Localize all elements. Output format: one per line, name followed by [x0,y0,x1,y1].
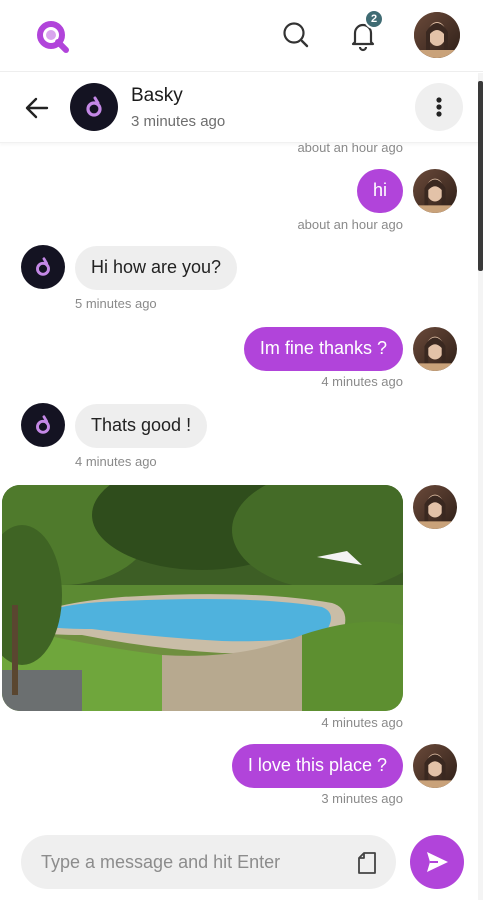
my-avatar [413,327,457,371]
outgoing-message[interactable]: Im fine thanks ? [243,327,403,371]
contact-avatar-small [21,403,65,447]
contact-last-seen: 3 minutes ago [131,113,226,130]
contact-avatar-small [21,245,65,289]
contact-logo-icon [86,96,102,117]
send-icon [427,852,448,872]
message-input[interactable] [21,835,396,889]
my-avatar [413,169,457,213]
top-bar: 2 [0,0,483,72]
my-avatar [413,744,457,788]
pool-photo-message[interactable] [2,485,403,711]
more-options-button[interactable] [415,83,463,131]
message-timestamp: 4 minutes ago [321,374,403,389]
send-button[interactable] [410,835,464,889]
search-icon[interactable] [281,20,311,50]
message-timestamp: 5 minutes ago [75,296,157,311]
message-composer [0,818,478,900]
file-icon[interactable] [355,851,379,875]
outgoing-message[interactable]: hi [356,169,403,213]
user-avatar[interactable] [414,12,460,58]
message-timestamp: 4 minutes ago [75,454,157,469]
message-timestamp: 3 minutes ago [321,791,403,806]
incoming-message[interactable]: Thats good ! [75,404,208,448]
message-list[interactable]: about an hour ago hi about an hour ago H… [0,143,478,818]
my-avatar [413,485,457,529]
chat-header: Basky 3 minutes ago [0,73,478,143]
arrow-left-icon[interactable] [20,91,54,125]
outgoing-message[interactable]: I love this place ? [231,744,403,788]
contact-name: Basky [131,85,183,106]
message-timestamp: about an hour ago [297,143,403,155]
incoming-message[interactable]: Hi how are you? [75,246,238,290]
notification-badge: 2 [364,9,384,29]
more-vertical-icon [436,97,442,117]
app-logo-icon[interactable] [36,20,70,54]
contact-avatar[interactable] [70,83,118,131]
message-timestamp: about an hour ago [297,217,403,232]
messages-scrollbar[interactable] [478,73,483,900]
message-timestamp: 4 minutes ago [321,715,403,730]
scrollbar-thumb[interactable] [478,81,483,271]
